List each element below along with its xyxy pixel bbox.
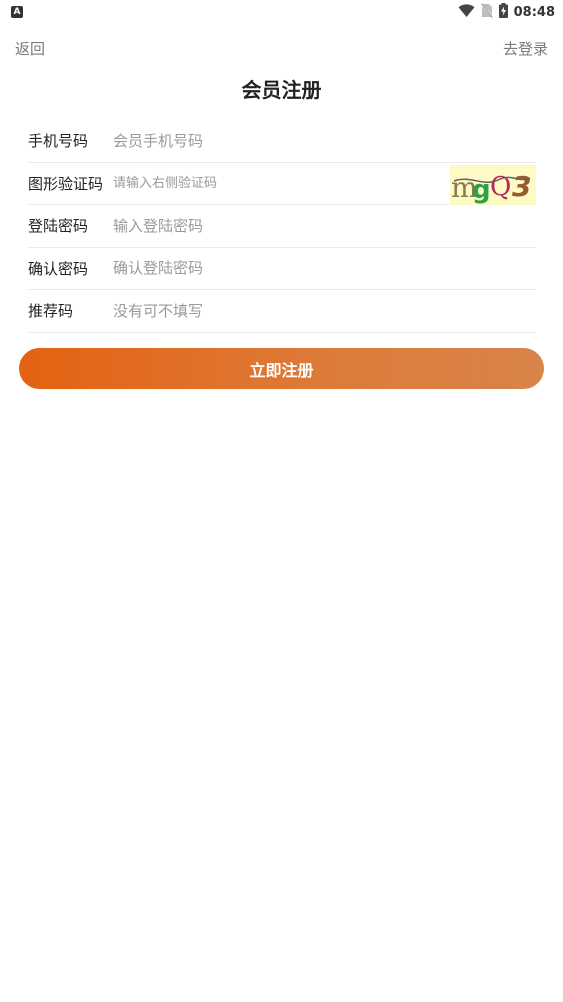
go-login-link[interactable]: 去登录 <box>503 38 548 59</box>
back-link[interactable]: 返回 <box>15 38 45 59</box>
phone-row: 手机号码 <box>28 120 536 163</box>
confirm-password-row: 确认密码 <box>28 248 536 290</box>
password-label: 登陆密码 <box>28 217 89 236</box>
captcha-label: 图形验证码 <box>28 174 104 193</box>
register-submit-button[interactable]: 立即注册 <box>19 348 544 389</box>
password-input[interactable] <box>113 210 536 241</box>
no-sim-icon <box>480 2 494 22</box>
page-title: 会员注册 <box>241 78 322 102</box>
referral-row: 推荐码 <box>28 290 536 333</box>
phone-label: 手机号码 <box>28 132 89 151</box>
referral-input[interactable] <box>113 295 536 326</box>
confirm-password-label: 确认密码 <box>28 259 89 278</box>
keyboard-indicator-icon: A <box>11 6 23 18</box>
status-time: 08:48 <box>513 4 555 20</box>
svg-text:g: g <box>472 175 491 205</box>
battery-charging-icon <box>498 2 508 22</box>
status-bar: A 08:48 <box>0 0 563 26</box>
wifi-icon <box>458 3 475 22</box>
password-row: 登陆密码 <box>28 205 536 248</box>
status-icons: 08:48 <box>458 2 555 22</box>
confirm-password-input[interactable] <box>113 253 536 284</box>
nav-bar: 返回 去登录 <box>0 36 563 62</box>
phone-input[interactable] <box>113 125 536 156</box>
captcha-image[interactable]: m g Q 3 <box>450 164 536 205</box>
svg-text:3: 3 <box>512 170 531 203</box>
captcha-row: 图形验证码 m g Q 3 <box>28 163 536 205</box>
svg-text:Q: Q <box>490 172 511 202</box>
register-form: 手机号码 图形验证码 m g Q 3 登陆密码 确认密码 推荐码 <box>28 120 536 333</box>
referral-label: 推荐码 <box>28 302 74 321</box>
